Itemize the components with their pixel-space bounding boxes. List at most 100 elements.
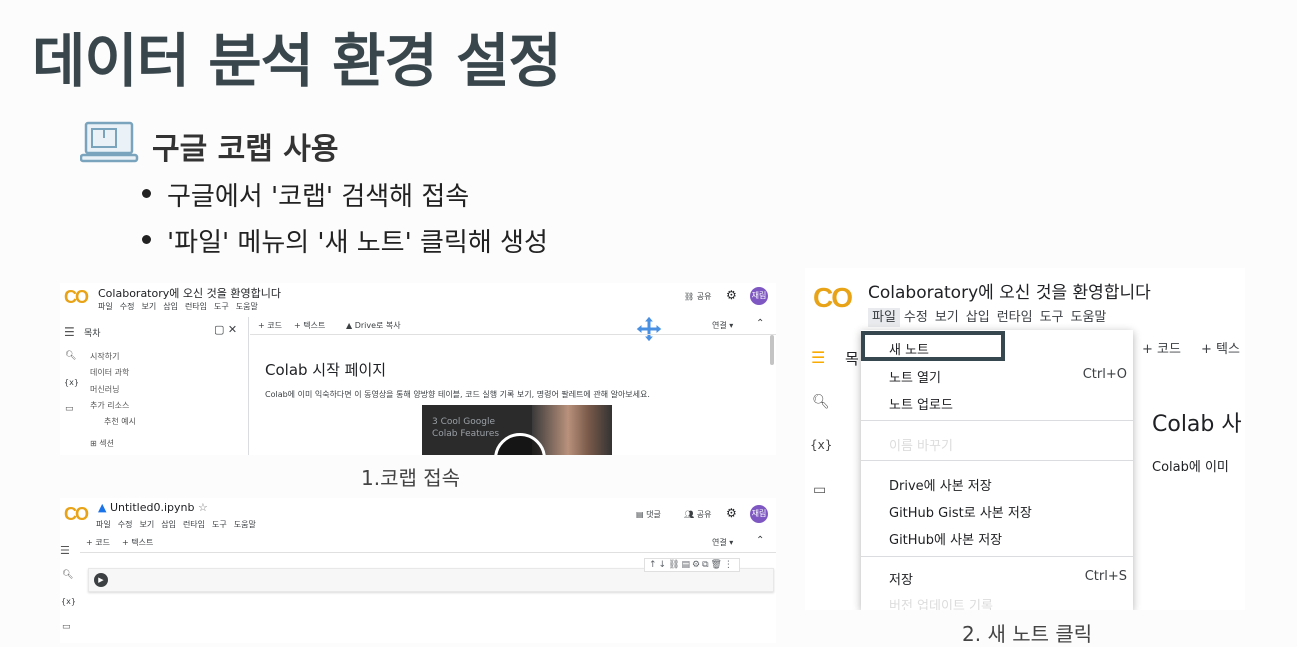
- add-code-button[interactable]: + 코드: [258, 320, 282, 331]
- notebook-title[interactable]: Colaboratory에 오신 것을 환영합니다: [98, 285, 281, 301]
- menu-divider-2: [861, 460, 1133, 461]
- caption-step-1: 1.코랩 접속: [361, 466, 461, 490]
- bullet-1-text: 구글에서 '코랩' 검색해 접속: [167, 182, 470, 212]
- menu-tools-3[interactable]: 도구: [1040, 310, 1064, 325]
- toc-title: 목차: [84, 329, 101, 339]
- menu-item-revision-history: 버전 업데이트 기록: [861, 590, 1133, 610]
- notebook-filename[interactable]: ▲ Untitled0.ipynb ☆: [98, 501, 208, 514]
- colab-welcome-screenshot: CO Colaboratory에 오신 것을 환영합니다 파일 수정 보기 삽입 런타임…: [60, 283, 776, 455]
- colab-logo-2: CO: [64, 504, 89, 524]
- menu-item-save-gist-copy[interactable]: GitHub Gist로 사본 저장: [861, 497, 1133, 523]
- menu-edit-3[interactable]: 수정: [904, 310, 928, 325]
- bullet-2-text: '파일' 메뉴의 '새 노트' 클릭해 생성: [167, 228, 548, 258]
- menu-view-3[interactable]: 보기: [935, 310, 959, 325]
- cell-toolbar[interactable]: ↑↓⛓▤⚙⧉🗑︎⋮: [644, 558, 740, 572]
- toc-item-ml[interactable]: 머신러닝: [90, 384, 119, 395]
- sidebar-toc-icon-3[interactable]: ☰: [811, 348, 825, 367]
- folder-icon-2[interactable]: ▭: [62, 622, 71, 632]
- menu-bar: 파일 수정 보기 삽입 런타임 도구 도움말: [98, 301, 265, 312]
- avatar-2[interactable]: 재림: [750, 505, 768, 523]
- toc-item-datascience[interactable]: 데이터 과학: [90, 367, 129, 378]
- slide-title: 데이터 분석 환경 설정: [32, 27, 562, 95]
- gear-icon[interactable]: ⚙: [726, 288, 737, 302]
- menu-item-save[interactable]: 저장 Ctrl+S: [861, 564, 1133, 590]
- colab-logo-3: CO: [813, 282, 853, 313]
- menu-insert-3[interactable]: 삽입: [966, 310, 990, 325]
- collapse-icon[interactable]: ⌃: [756, 318, 764, 329]
- avatar[interactable]: 재림: [750, 287, 768, 305]
- filename-label: Untitled0.ipynb: [109, 501, 195, 514]
- drive-copy-button[interactable]: ▲ Drive로 복사: [346, 320, 401, 331]
- share-button-2[interactable]: 👥︎ 공유: [684, 509, 711, 520]
- toc-title-3: 목: [845, 350, 859, 368]
- video-text-1: 3 Cool Google: [432, 417, 495, 427]
- variables-icon[interactable]: {x}: [64, 378, 79, 387]
- gear-icon-2[interactable]: ⚙: [726, 506, 737, 520]
- drive-icon-2: ▲: [98, 501, 107, 514]
- variables-icon-2[interactable]: {x}: [61, 597, 76, 606]
- toc-item-resources[interactable]: 추가 리소스: [90, 400, 129, 411]
- menu-file-3[interactable]: 파일: [868, 308, 900, 327]
- add-text-button[interactable]: + 텍스트: [294, 320, 325, 331]
- connect-label: 연결: [712, 321, 727, 330]
- menu-item-open-notebook[interactable]: 노트 열기 Ctrl+O: [861, 362, 1133, 388]
- scrollbar[interactable]: [770, 335, 774, 365]
- add-text-button-3[interactable]: + 텍스: [1201, 338, 1240, 357]
- sidebar-toc-icon-2[interactable]: ☰: [60, 544, 70, 557]
- add-code-button-3[interactable]: + 코드: [1142, 338, 1181, 357]
- menu-view[interactable]: 보기: [141, 302, 156, 311]
- menu-file[interactable]: 파일: [98, 302, 113, 311]
- search-icon-2[interactable]: 🔍︎: [62, 570, 73, 580]
- share-button[interactable]: ⛓ 공유: [684, 291, 711, 302]
- menu-file-2[interactable]: 파일: [96, 520, 111, 529]
- sidebar-toc-icon[interactable]: ☰: [64, 325, 75, 339]
- comment-button[interactable]: ▤ 댓글: [636, 509, 661, 520]
- search-icon[interactable]: 🔍︎: [65, 351, 76, 361]
- menu-help[interactable]: 도움말: [236, 302, 258, 311]
- menu-item-upload-notebook[interactable]: 노트 업로드: [861, 389, 1133, 415]
- search-icon-3[interactable]: 🔍︎: [812, 394, 830, 410]
- toc-close-icon[interactable]: ▢ ✕: [214, 323, 237, 336]
- menu-insert-2[interactable]: 삽입: [161, 520, 176, 529]
- laptop-icon: [80, 121, 139, 163]
- menu-edit[interactable]: 수정: [120, 302, 135, 311]
- add-code-button-2[interactable]: + 코드: [86, 537, 110, 548]
- menu-view-2[interactable]: 보기: [139, 520, 154, 529]
- page-body-text: Colab에 이미 익숙하다면 이 동영상을 통해 양방향 테이블, 코드 실행…: [265, 390, 650, 399]
- video-thumbnail[interactable]: 3 Cool Google Colab Features: [422, 405, 612, 455]
- menu-tools[interactable]: 도구: [214, 302, 229, 311]
- toc-section[interactable]: ⊞ 섹션: [90, 438, 114, 449]
- menu-help-3[interactable]: 도움말: [1071, 310, 1107, 325]
- colab-new-notebook-screenshot: CO ▲ Untitled0.ipynb ☆ 파일 수정 보기 삽입 런타임 도구 도움말 …: [60, 498, 776, 643]
- run-cell-icon[interactable]: ▶: [94, 573, 108, 587]
- bullet-1: 구글에서 '코랩' 검색해 접속: [142, 176, 469, 213]
- page-heading: Colab 시작 페이지: [265, 361, 387, 379]
- menu-edit-2[interactable]: 수정: [118, 520, 133, 529]
- menu-item-save-drive-copy[interactable]: Drive에 사본 저장: [861, 470, 1133, 496]
- folder-icon[interactable]: ▭: [65, 404, 74, 414]
- toc-item-examples[interactable]: 추천 예시: [104, 416, 136, 427]
- variables-icon-3[interactable]: {x}: [810, 438, 832, 452]
- menu-runtime-3[interactable]: 런타임: [997, 310, 1033, 325]
- caption-step-2: 2. 새 노트 클릭: [962, 622, 1093, 646]
- save-github-copy-label: GitHub에 사본 저장: [889, 533, 1003, 548]
- menu-runtime[interactable]: 런타임: [185, 302, 207, 311]
- collapse-icon-2[interactable]: ⌃: [756, 535, 764, 546]
- video-presenter: [532, 405, 612, 455]
- menu-tools-2[interactable]: 도구: [212, 520, 227, 529]
- notebook-title-3[interactable]: Colaboratory에 오신 것을 환영합니다: [868, 278, 1151, 303]
- page-heading-3: Colab 사: [1152, 412, 1242, 437]
- connect-button-2[interactable]: 연결 ▾: [712, 537, 733, 548]
- toc-item-start[interactable]: 시작하기: [90, 351, 119, 362]
- menu-help-2[interactable]: 도움말: [234, 520, 256, 529]
- menu-item-save-github-copy[interactable]: GitHub에 사본 저장: [861, 524, 1133, 550]
- colab-file-menu-screenshot: CO Colaboratory에 오신 것을 환영합니다 파일 수정 보기 삽입 런타임…: [805, 268, 1245, 610]
- menu-runtime-2[interactable]: 런타임: [183, 520, 205, 529]
- menu-insert[interactable]: 삽입: [163, 302, 178, 311]
- connect-button[interactable]: 연결 ▾: [712, 320, 733, 331]
- colab-logo: CO: [64, 287, 89, 307]
- menu-divider-1: [861, 420, 1133, 421]
- add-text-button-2[interactable]: + 텍스트: [122, 537, 153, 548]
- star-icon[interactable]: ☆: [198, 501, 208, 514]
- folder-icon-3[interactable]: ▭: [813, 482, 826, 498]
